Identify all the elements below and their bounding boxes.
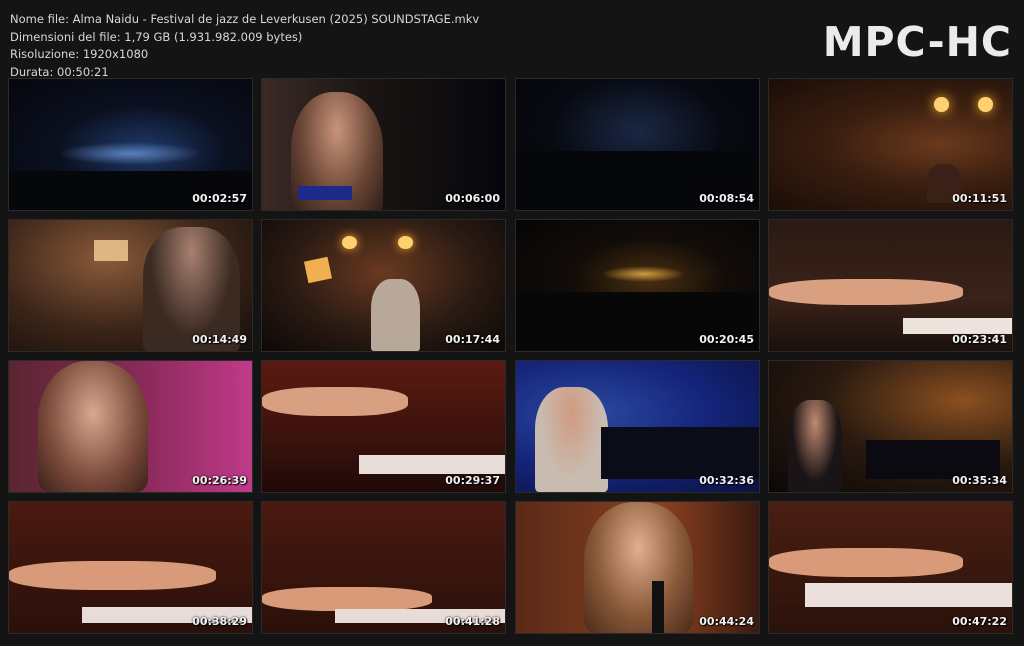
thumbnail-timestamp: 00:29:37 xyxy=(445,474,500,487)
arte-logo-icon xyxy=(774,505,783,529)
hands-on-keys-thumbnail[interactable]: 00:47:22 xyxy=(768,501,1013,634)
scene-shape xyxy=(398,235,413,249)
file-size: Dimensioni del file: 1,79 GB (1.931.982.… xyxy=(10,29,303,44)
singer-piano-orange-thumbnail[interactable]: 00:35:34 xyxy=(768,360,1013,493)
arte-logo-icon xyxy=(267,82,276,106)
file-info: Nome file: Alma Naidu - Festival de jazz… xyxy=(10,11,479,81)
thumbnail-timestamp: 00:06:00 xyxy=(445,192,500,205)
scene-shape xyxy=(342,235,357,249)
arte-logo-icon xyxy=(774,223,783,247)
hands-on-keys-thumbnail[interactable]: 00:41:28 xyxy=(261,501,506,634)
arte-logo-icon xyxy=(267,505,276,529)
scene-shape xyxy=(359,455,505,474)
scene-shape xyxy=(788,400,842,492)
thumbnail-timestamp: 00:47:22 xyxy=(952,615,1007,628)
thumbnail-timestamp: 00:41:28 xyxy=(445,615,500,628)
thumbnail-timestamp: 00:14:49 xyxy=(192,333,247,346)
scene-shape xyxy=(535,387,609,492)
singer-closeup-thumbnail[interactable]: 00:06:00 xyxy=(261,78,506,211)
mpc-hc-logo: MPC-HC xyxy=(822,18,1012,66)
scene-shape xyxy=(38,361,148,492)
singer-closeup-orange-thumbnail[interactable]: 00:44:24 xyxy=(515,501,760,634)
singer-piano-lanterns-thumbnail[interactable]: 00:17:44 xyxy=(261,219,506,352)
arte-logo-icon xyxy=(14,505,23,529)
scene-shape xyxy=(371,278,420,351)
thumbnail-timestamp: 00:38:29 xyxy=(192,615,247,628)
scene-shape xyxy=(262,587,433,611)
hands-on-keys-red-thumbnail[interactable]: 00:29:37 xyxy=(261,360,506,493)
stage-wide-blue-lights-thumbnail[interactable]: 00:02:57 xyxy=(8,78,253,211)
arte-logo-icon xyxy=(521,364,530,388)
scene-shape xyxy=(934,97,949,112)
stage-wide-crowd-thumbnail[interactable]: 00:20:45 xyxy=(515,219,760,352)
scene-shape xyxy=(977,97,993,112)
hands-on-keys-thumbnail[interactable]: 00:23:41 xyxy=(768,219,1013,352)
arte-logo-icon xyxy=(521,82,530,106)
thumbnail-timestamp: 00:44:24 xyxy=(699,615,754,628)
thumbnail-timestamp: 00:35:34 xyxy=(952,474,1007,487)
scene-shape xyxy=(262,387,408,416)
thumbnail-timestamp: 00:08:54 xyxy=(699,192,754,205)
scene-shape xyxy=(94,239,129,261)
arte-logo-icon xyxy=(14,82,23,106)
scene-shape xyxy=(805,583,1012,607)
arte-logo-icon xyxy=(267,364,276,388)
thumbnail-timestamp: 00:23:41 xyxy=(952,333,1007,346)
singer-piano-blue-thumbnail[interactable]: 00:32:36 xyxy=(515,360,760,493)
hands-on-keys-thumbnail[interactable]: 00:38:29 xyxy=(8,501,253,634)
thumbnail-timestamp: 00:20:45 xyxy=(699,333,754,346)
stage-wide-dark-thumbnail[interactable]: 00:08:54 xyxy=(515,78,760,211)
arte-logo-icon xyxy=(521,505,530,529)
thumbnail-grid: 00:02:57 00:06:00 00:08:54 00:11:51 00:14:49… xyxy=(8,78,1016,638)
arte-logo-icon xyxy=(774,82,783,106)
arte-logo-icon xyxy=(774,364,783,388)
arte-logo-icon xyxy=(521,223,530,247)
thumbnail-timestamp: 00:32:36 xyxy=(699,474,754,487)
scene-shape xyxy=(769,547,964,577)
thumbnail-timestamp: 00:02:57 xyxy=(192,192,247,205)
thumbnail-timestamp: 00:11:51 xyxy=(952,192,1007,205)
arte-logo-icon xyxy=(14,223,23,247)
scene-shape xyxy=(652,580,665,633)
thumbnail-timestamp: 00:17:44 xyxy=(445,333,500,346)
scene-shape xyxy=(9,560,216,590)
file-resolution: Risoluzione: 1920x1080 xyxy=(10,47,149,61)
singer-closeup-pink-thumbnail[interactable]: 00:26:39 xyxy=(8,360,253,493)
singer-piano-spotlights-thumbnail[interactable]: 00:11:51 xyxy=(768,78,1013,211)
scene-shape xyxy=(866,439,1000,479)
scene-shape xyxy=(584,502,694,633)
scene-shape xyxy=(601,265,687,282)
arte-logo-icon xyxy=(267,223,276,247)
arte-logo-icon xyxy=(14,364,23,388)
thumbnail-timestamp: 00:26:39 xyxy=(192,474,247,487)
file-name: Nome file: Alma Naidu - Festival de jazz… xyxy=(10,12,480,26)
scene-shape xyxy=(601,426,759,479)
scene-shape xyxy=(303,257,333,284)
scene-shape xyxy=(298,186,352,200)
scene-shape xyxy=(902,318,1012,334)
scene-shape xyxy=(769,278,964,306)
scene-shape xyxy=(57,141,204,166)
double-bass-player-thumbnail[interactable]: 00:14:49 xyxy=(8,219,253,352)
